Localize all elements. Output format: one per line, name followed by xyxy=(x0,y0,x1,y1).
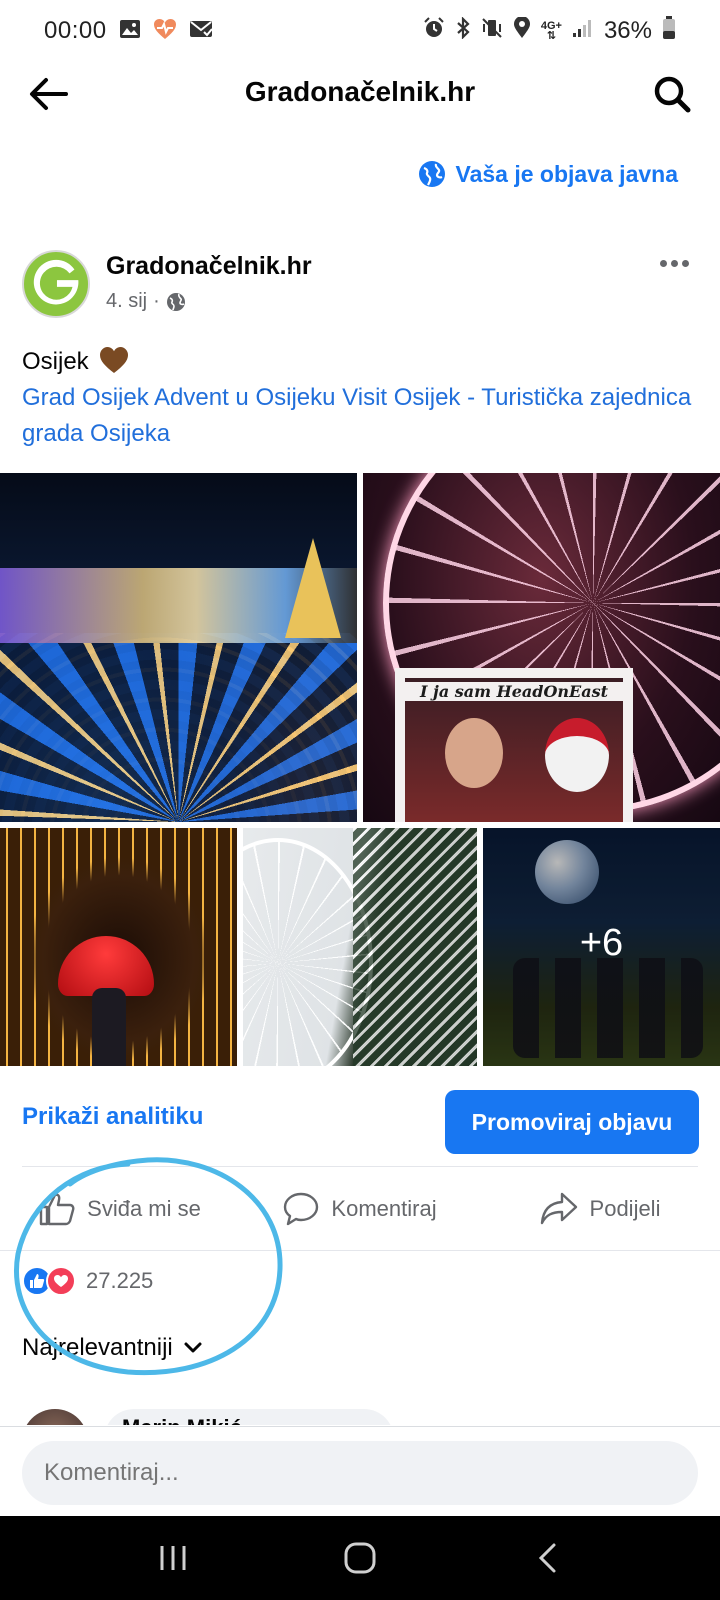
app-bar: Gradonačelnik.hr xyxy=(0,62,720,126)
reaction-icons xyxy=(22,1266,76,1296)
system-back-button[interactable] xyxy=(517,1528,577,1588)
chevron-down-icon xyxy=(184,1342,202,1353)
post-tags: Grad Osijek Advent u Osijeku Visit Osije… xyxy=(22,380,698,452)
health-notification-icon xyxy=(153,18,177,45)
share-icon xyxy=(540,1192,577,1225)
promote-post-button[interactable]: Promoviraj objavu xyxy=(445,1090,699,1154)
gallery-notification-icon xyxy=(119,19,141,44)
comment-composer xyxy=(0,1426,720,1516)
mobile-data-icon: 4G+ ⇅ xyxy=(540,20,562,42)
commenter-name[interactable]: Marin Mikić xyxy=(122,1415,376,1425)
share-button[interactable]: Podijeli xyxy=(480,1172,720,1246)
alarm-icon xyxy=(423,16,445,46)
photo-branches xyxy=(353,828,477,1066)
more-dot xyxy=(670,259,678,267)
battery-icon xyxy=(662,15,676,47)
photo-mime xyxy=(545,718,609,792)
post-header: Gradonačelnik.hr 4. sij · xyxy=(22,246,698,326)
post-text: Osijek xyxy=(22,348,89,375)
post-options-button[interactable] xyxy=(654,248,694,278)
search-button[interactable] xyxy=(650,72,694,116)
photo-frame: I ja sam HeadOnEast xyxy=(395,668,633,822)
photo-person xyxy=(92,988,126,1066)
photo-umbrella xyxy=(58,936,154,996)
status-bar: 00:00 4G+ ⇅ 36% xyxy=(0,0,720,62)
post-photo-light-tunnel[interactable] xyxy=(0,828,237,1066)
tag-link[interactable]: Advent u Osijeku xyxy=(154,384,335,411)
like-button[interactable]: Sviđa mi se xyxy=(0,1172,240,1246)
comment-sort-dropdown[interactable]: Najrelevantniji xyxy=(22,1334,203,1362)
meta-separator: · xyxy=(153,290,160,312)
more-photos-count: +6 xyxy=(579,922,624,964)
vibrate-mute-icon xyxy=(481,17,503,46)
comment-sort-label: Najrelevantniji xyxy=(22,1334,173,1361)
tag-link[interactable]: Grad Osijek xyxy=(22,384,149,411)
comment-icon xyxy=(284,1192,319,1226)
comment-button[interactable]: Komentiraj xyxy=(240,1172,480,1246)
more-dot xyxy=(681,259,689,267)
post-date[interactable]: 4. sij xyxy=(106,290,147,313)
status-time: 00:00 xyxy=(44,17,107,44)
post-meta: 4. sij · xyxy=(106,290,186,313)
love-reaction-icon xyxy=(46,1266,76,1296)
show-analytics-link[interactable]: Prikaži analitiku xyxy=(22,1103,203,1131)
reaction-bar: Sviđa mi se Komentiraj Podijeli xyxy=(0,1172,720,1246)
like-button-label: Sviđa mi se xyxy=(87,1196,201,1221)
page-avatar[interactable] xyxy=(22,250,90,318)
page-logo-icon xyxy=(24,252,88,316)
chevron-left-icon xyxy=(538,1543,556,1573)
recent-apps-icon xyxy=(160,1546,186,1570)
battery-percent: 36% xyxy=(603,17,652,44)
thumbs-up-icon xyxy=(39,1193,75,1226)
system-navigation-bar xyxy=(0,1516,720,1600)
home-icon xyxy=(344,1542,376,1574)
reaction-count: 27.225 xyxy=(86,1268,154,1293)
post-author[interactable]: Gradonačelnik.hr xyxy=(106,252,312,281)
photo-frame-text: I ja sam HeadOnEast xyxy=(405,682,623,701)
post-photo-more[interactable]: +6 xyxy=(483,828,720,1066)
public-post-notice-text: Vaša je objava javna xyxy=(455,160,678,187)
post-photo-snowy-wheel[interactable] xyxy=(243,828,477,1066)
location-icon xyxy=(513,15,531,46)
photo-light-pattern xyxy=(0,643,357,822)
divider xyxy=(0,1250,720,1251)
comment-input[interactable] xyxy=(22,1441,698,1505)
page-title: Gradonačelnik.hr xyxy=(244,76,476,107)
photo-christmas-tree xyxy=(285,538,341,638)
comment-item: Marin Mikić xyxy=(22,1405,698,1425)
post-photo-square[interactable] xyxy=(0,473,357,822)
public-post-notice[interactable]: Vaša je objava javna xyxy=(418,160,678,188)
avatar[interactable] xyxy=(22,1409,88,1425)
reaction-summary[interactable]: 27.225 xyxy=(22,1266,153,1296)
divider xyxy=(22,1166,698,1167)
recent-apps-button[interactable] xyxy=(143,1528,203,1588)
photo-person xyxy=(445,718,503,788)
globe-icon xyxy=(418,161,445,187)
signal-icon xyxy=(572,17,594,45)
home-button[interactable] xyxy=(330,1528,390,1588)
globe-icon xyxy=(166,292,185,311)
post-body: Osijek Grad Osijek Advent u Osijeku Visi… xyxy=(22,344,698,452)
comment-bubble[interactable]: Marin Mikić xyxy=(104,1409,394,1425)
post-photo-ferris-wheel[interactable]: I ja sam HeadOnEast xyxy=(363,473,720,822)
search-icon xyxy=(654,76,691,113)
share-button-label: Podijeli xyxy=(589,1196,661,1221)
more-dot xyxy=(659,259,667,267)
mail-notification-icon xyxy=(189,19,213,44)
network-type-label: 4G+ xyxy=(540,20,562,32)
comment-button-label: Komentiraj xyxy=(331,1196,437,1221)
bluetooth-icon xyxy=(455,15,471,46)
brown-heart-emoji-icon xyxy=(100,347,129,373)
